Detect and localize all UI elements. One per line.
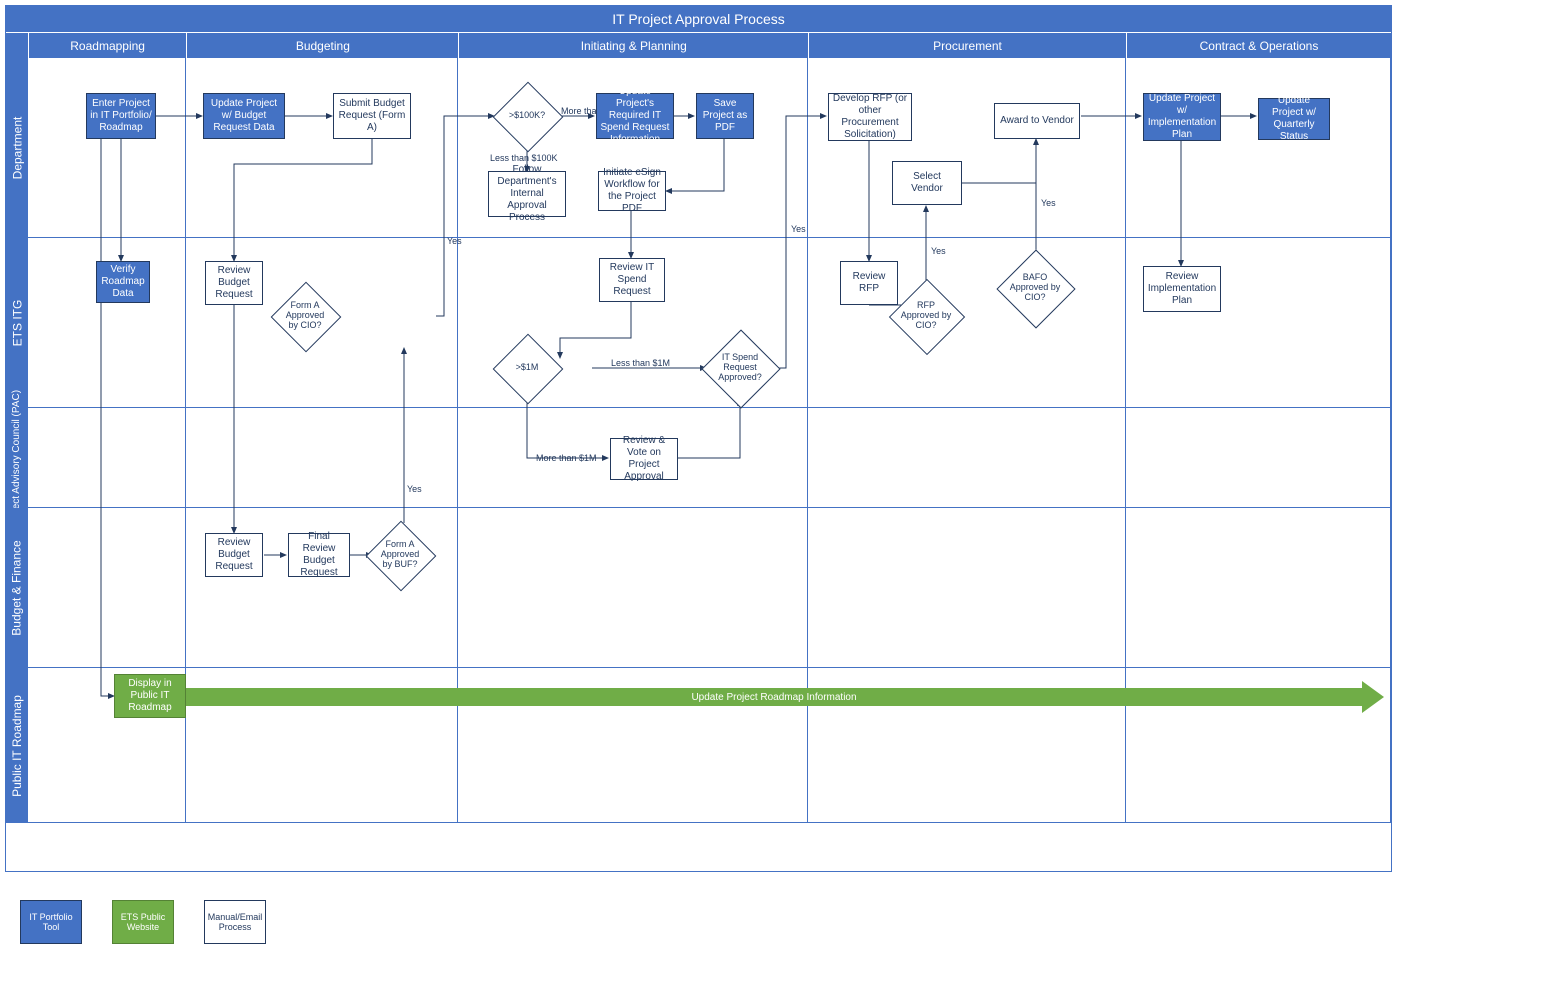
phase-contract: Contract & Operations bbox=[1126, 32, 1391, 58]
big-arrow-label: Update Project Roadmap Information bbox=[186, 688, 1362, 706]
box-display-public: Display in Public IT Roadmap bbox=[114, 674, 186, 718]
box-review-budget-1: Review Budget Request bbox=[205, 261, 263, 305]
label-yes-rfp: Yes bbox=[931, 246, 946, 256]
box-develop-rfp: Develop RFP (or other Procurement Solici… bbox=[828, 93, 912, 141]
legend-portfolio-tool: IT Portfolio Tool bbox=[20, 900, 82, 944]
lane-ets-itg: ETS ITG bbox=[6, 238, 28, 408]
box-initiate-esign: Initiate eSign Workflow for the Project … bbox=[598, 171, 666, 211]
box-review-impl: Review Implementation Plan bbox=[1143, 266, 1221, 312]
phase-procurement: Procurement bbox=[808, 32, 1126, 58]
phase-initiating: Initiating & Planning bbox=[458, 32, 808, 58]
grid-cell bbox=[1126, 58, 1391, 238]
phase-roadmapping: Roadmapping bbox=[28, 32, 186, 58]
box-submit-form-a: Submit Budget Request (Form A) bbox=[333, 93, 411, 139]
box-update-impl: Update Project w/ Implementation Plan bbox=[1143, 93, 1221, 141]
box-final-review-budget: Final Review Budget Request bbox=[288, 533, 350, 577]
phase-budgeting: Budgeting bbox=[186, 32, 458, 58]
grid-cell bbox=[808, 58, 1126, 238]
grid-cell bbox=[1126, 508, 1391, 668]
diamond-bafo-approved: BAFO Approved by CIO? bbox=[1008, 261, 1062, 315]
diamond-it-spend-approved: IT Spend Request Approved? bbox=[713, 341, 767, 395]
grid-cell bbox=[1126, 408, 1391, 508]
box-verify-roadmap: Verify Roadmap Data bbox=[96, 261, 150, 303]
label-yes-buf: Yes bbox=[407, 484, 422, 494]
diagram-title: IT Project Approval Process bbox=[6, 6, 1391, 32]
diamond-form-a-cio: Form A Approved by CIO? bbox=[281, 292, 329, 340]
box-review-vote: Review & Vote on Project Approval bbox=[610, 438, 678, 480]
grid-cell bbox=[458, 508, 808, 668]
phase-header-row: Roadmapping Budgeting Initiating & Plann… bbox=[6, 32, 1391, 58]
swimlane-diagram: IT Project Approval Process Roadmapping … bbox=[5, 5, 1392, 872]
grid-cell bbox=[28, 408, 186, 508]
label-yes-bafo: Yes bbox=[1041, 198, 1056, 208]
box-review-it-spend: Review IT Spend Request bbox=[599, 258, 665, 302]
box-update-quarterly: Update Project w/ Quarterly Status bbox=[1258, 98, 1330, 140]
lane-department: Department bbox=[6, 58, 28, 238]
box-award-vendor: Award to Vendor bbox=[994, 103, 1080, 139]
label-more-1m: More than $1M bbox=[536, 453, 597, 463]
legend-manual-process: Manual/Email Process bbox=[204, 900, 266, 944]
label-yes-cio: Yes bbox=[447, 236, 462, 246]
grid-cell bbox=[28, 508, 186, 668]
diamond-rfp-approved: RFP Approved by CIO? bbox=[900, 290, 952, 342]
grid-cell bbox=[28, 58, 186, 238]
grid-cell bbox=[808, 408, 1126, 508]
box-review-budget-2: Review Budget Request bbox=[205, 533, 263, 577]
diamond-form-a-buf: Form A Approved by BUF? bbox=[376, 531, 424, 579]
legend-public-website: ETS Public Website bbox=[112, 900, 174, 944]
box-update-spend-info: Update Project's Required IT Spend Reque… bbox=[596, 93, 674, 139]
label-less-1m: Less than $1M bbox=[611, 358, 670, 368]
box-update-budget-data: Update Project w/ Budget Request Data bbox=[203, 93, 285, 139]
diamond-gt-1m: >$1M bbox=[503, 344, 551, 392]
arrow-head-icon bbox=[1362, 681, 1384, 713]
box-review-rfp: Review RFP bbox=[840, 261, 898, 305]
legend: IT Portfolio Tool ETS Public Website Man… bbox=[20, 900, 266, 944]
lane-budget-finance: Budget & Finance bbox=[6, 508, 28, 668]
grid-cell bbox=[808, 508, 1126, 668]
label-less-100k: Less than $100K bbox=[490, 153, 558, 163]
box-save-pdf: Save Project as PDF bbox=[696, 93, 754, 139]
box-follow-internal: Follow Department's Internal Approval Pr… bbox=[488, 171, 566, 217]
lane-pac: Project Advisory Council (PAC) bbox=[6, 408, 28, 508]
box-select-vendor: Select Vendor bbox=[892, 161, 962, 205]
grid-cell bbox=[1126, 238, 1391, 408]
diamond-gt-100k: >$100K? bbox=[503, 92, 551, 140]
lane-public-roadmap: Public IT Roadmap bbox=[6, 668, 28, 823]
big-arrow-update-roadmap: Update Project Roadmap Information bbox=[186, 688, 1386, 706]
box-enter-project: Enter Project in IT Portfolio/ Roadmap bbox=[86, 93, 156, 139]
grid-cell bbox=[186, 58, 458, 238]
phase-corner bbox=[6, 32, 28, 58]
page: IT Project Approval Process Roadmapping … bbox=[0, 0, 1554, 1001]
label-yes-spend: Yes bbox=[791, 224, 806, 234]
